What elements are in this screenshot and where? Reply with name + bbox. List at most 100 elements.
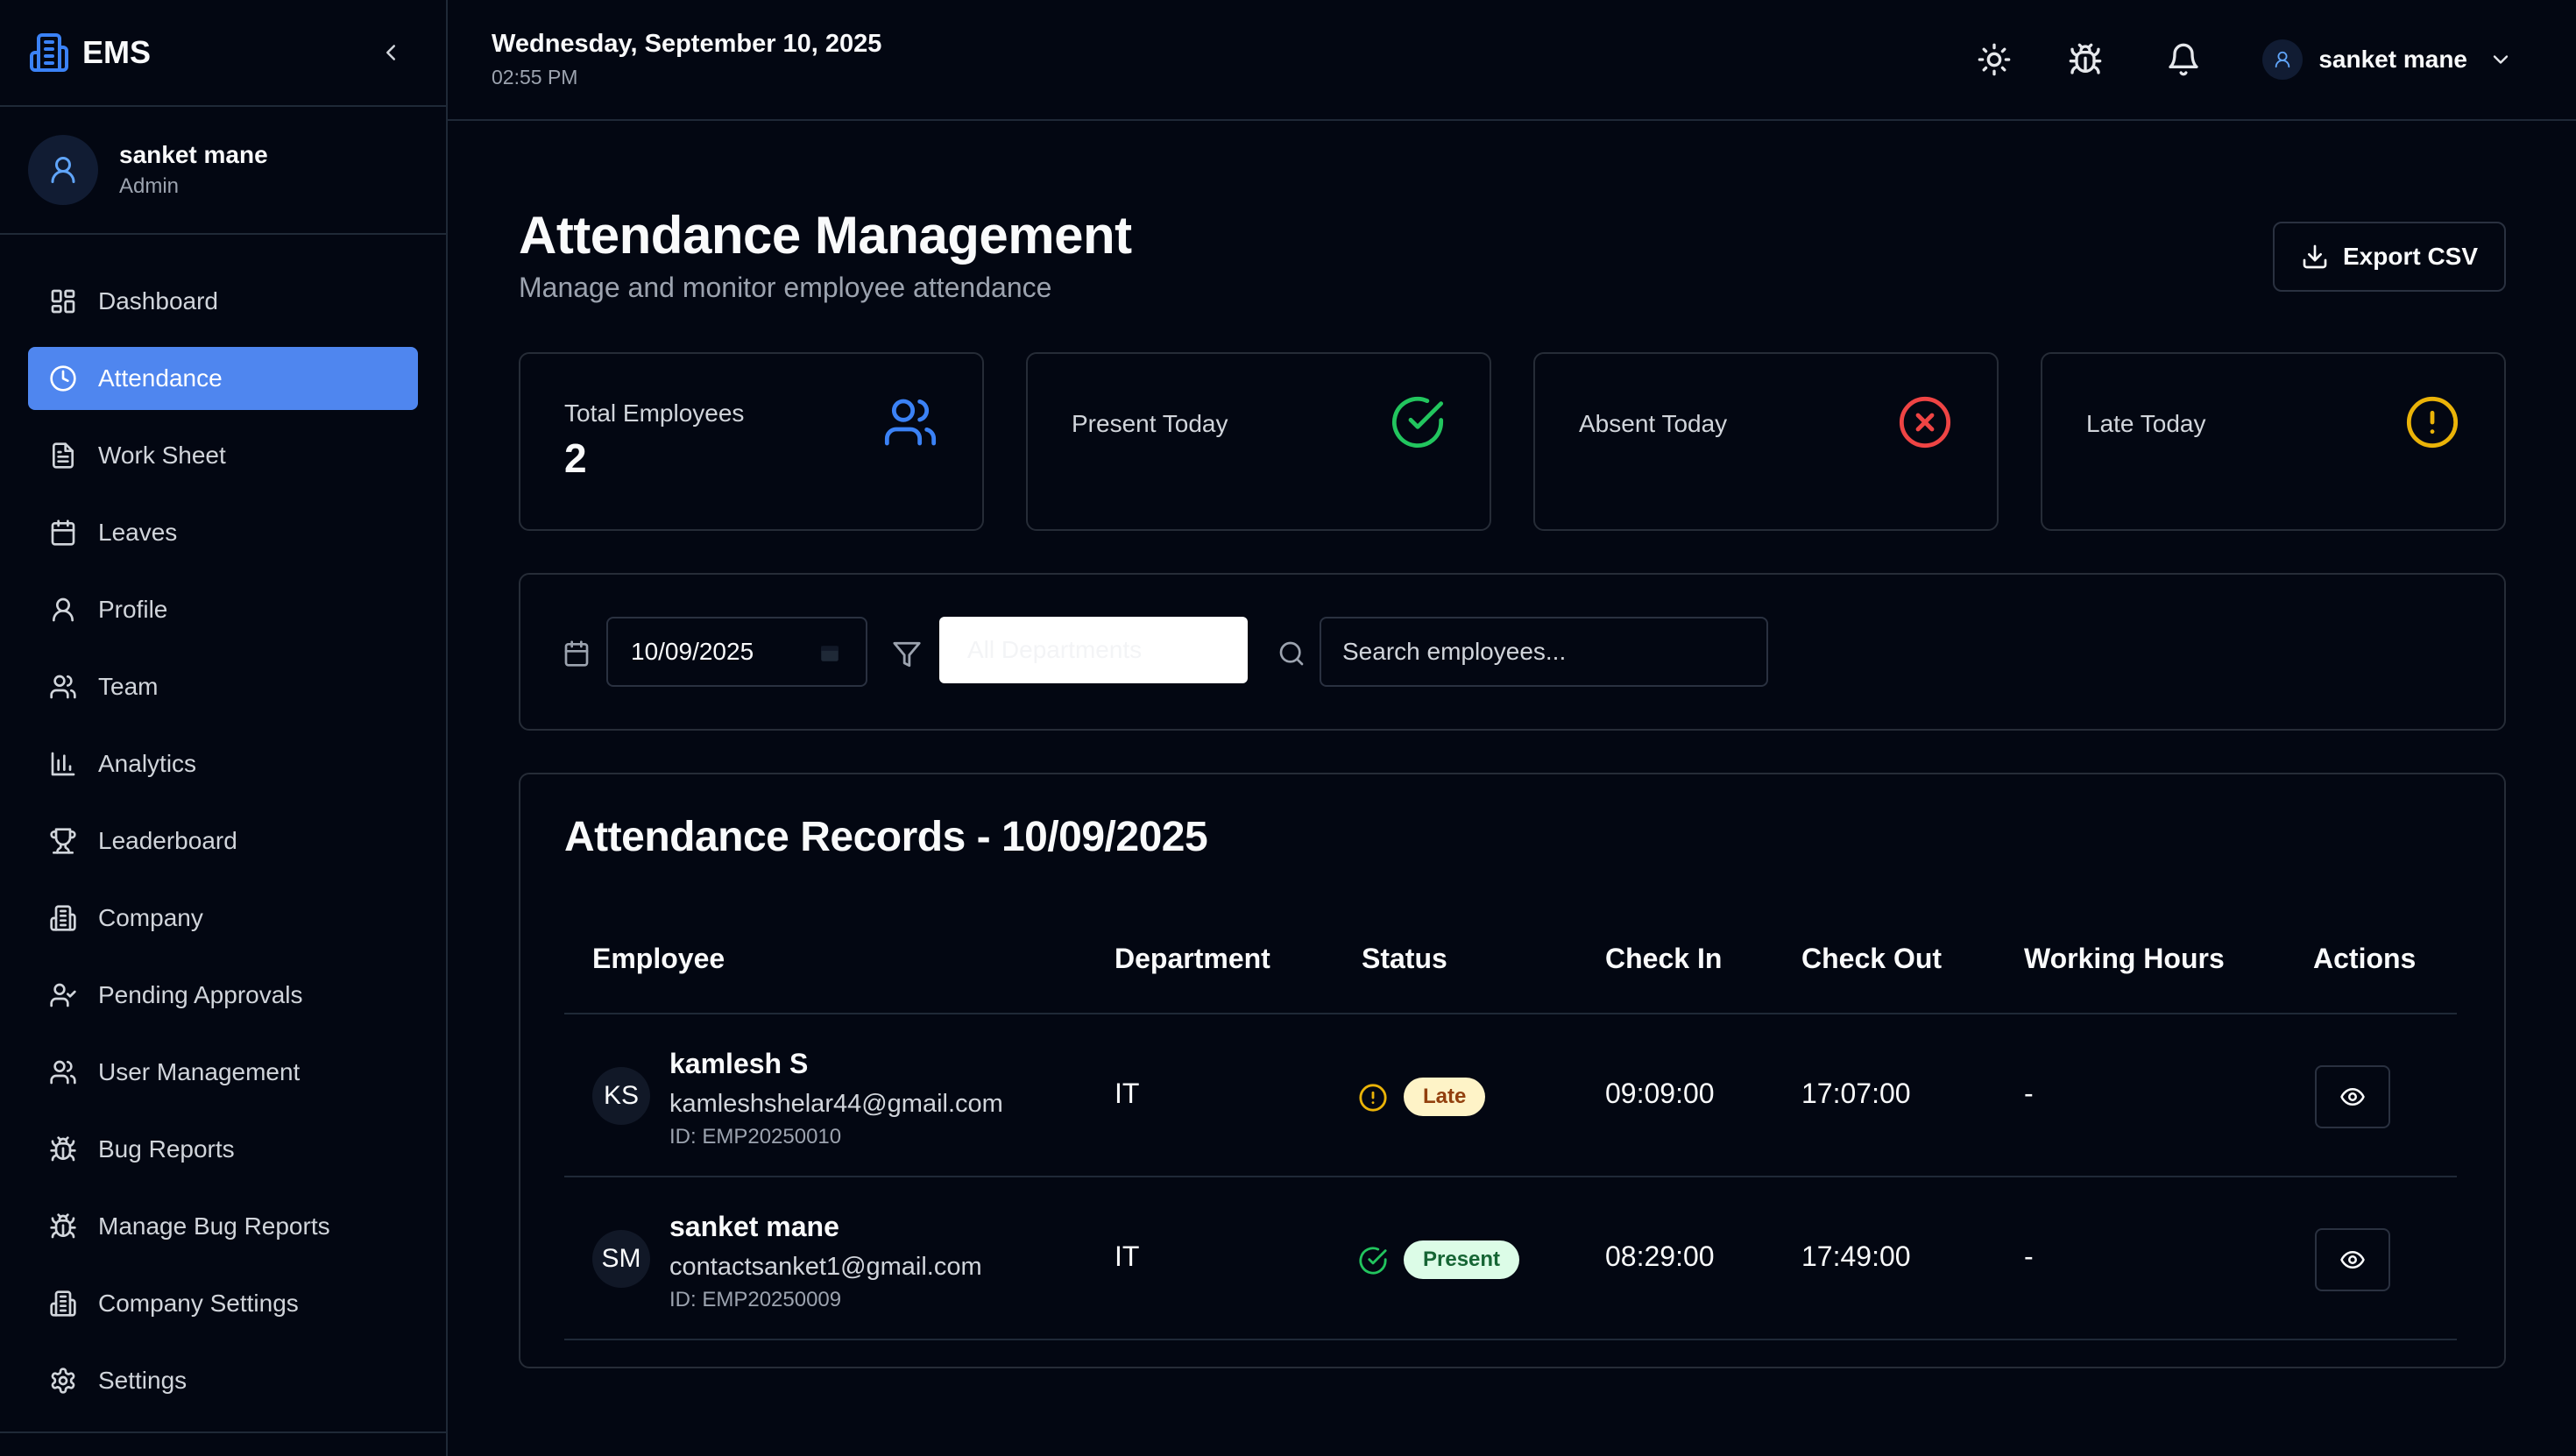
stat-card-late-today: Late Today <box>2041 352 2506 531</box>
building-icon <box>49 904 77 932</box>
users-icon <box>882 394 938 450</box>
users-icon <box>49 1058 77 1086</box>
stat-label: Late Today <box>2086 410 2206 437</box>
header-user-name: sanket mane <box>2318 46 2467 73</box>
stats-row: Total Employees 2 Present Today Absent T… <box>519 352 2506 531</box>
page-title: Attendance Management <box>519 206 1132 265</box>
employee-id: ID: EMP20250010 <box>669 1125 842 1149</box>
bug-icon[interactable] <box>2068 42 2103 77</box>
table-row: KS kamlesh S kamleshshelar44@gmail.com I… <box>564 1014 2457 1177</box>
employee-email: contactsanket1@gmail.com <box>669 1253 982 1281</box>
column-header: Department <box>1115 943 1270 974</box>
employee-id: ID: EMP20250009 <box>669 1288 842 1311</box>
status-badge: Late <box>1404 1078 1486 1116</box>
sidebar-item-label: Leaves <box>98 519 178 546</box>
sidebar-item-label: Team <box>98 673 159 700</box>
sidebar-item-pending-approvals[interactable]: Pending Approvals <box>28 964 418 1027</box>
sidebar-item-settings[interactable]: Settings <box>28 1349 418 1412</box>
stat-label: Present Today <box>1072 410 1228 437</box>
sidebar-item-label: Settings <box>98 1367 188 1394</box>
stat-value: 2 <box>564 435 587 481</box>
sidebar-item-leaves[interactable]: Leaves <box>28 501 418 564</box>
sidebar-item-label: Pending Approvals <box>98 981 303 1008</box>
sidebar-item-leaderboard[interactable]: Leaderboard <box>28 809 418 873</box>
user-icon <box>49 596 77 624</box>
sidebar-item-bug-reports[interactable]: Bug Reports <box>28 1118 418 1181</box>
sidebar-item-company-settings[interactable]: Company Settings <box>28 1272 418 1335</box>
page-subtitle: Manage and monitor employee attendance <box>519 272 1052 303</box>
sidebar-item-label: Company Settings <box>98 1290 299 1317</box>
date-filter-input[interactable]: 10/09/2025 <box>606 617 867 687</box>
department-cell: IT <box>1115 1078 1140 1109</box>
view-button[interactable] <box>2315 1228 2390 1291</box>
sidebar-item-manage-bug-reports[interactable]: Manage Bug Reports <box>28 1195 418 1258</box>
avatar <box>28 135 98 205</box>
department-select[interactable]: All Departments <box>939 617 1248 683</box>
column-header: Working Hours <box>2024 943 2225 974</box>
column-header: Check Out <box>1801 943 1943 974</box>
sidebar-brand: EMS <box>0 0 446 107</box>
filter-icon <box>892 640 922 669</box>
calendar-icon <box>49 519 77 547</box>
header-date: Wednesday, September 10, 2025 <box>492 30 882 58</box>
working-hours-cell: - <box>2024 1240 2034 1272</box>
check-in-cell: 09:09:00 <box>1605 1078 1715 1109</box>
sidebar-item-label: Work Sheet <box>98 442 226 469</box>
sidebar-item-team[interactable]: Team <box>28 655 418 718</box>
user-icon <box>2275 51 2290 68</box>
calendar-picker-icon[interactable] <box>818 641 841 664</box>
sidebar-item-attendance[interactable]: Attendance <box>28 347 418 410</box>
sidebar-item-profile[interactable]: Profile <box>28 578 418 641</box>
sidebar-item-company[interactable]: Company <box>28 887 418 950</box>
document-icon <box>49 442 77 470</box>
sidebar-item-label: Analytics <box>98 750 197 777</box>
avatar: KS <box>592 1067 650 1125</box>
column-header: Actions <box>2313 943 2417 974</box>
filters-panel: 10/09/2025 All Departments Search employ… <box>519 573 2506 731</box>
column-header: Employee <box>592 943 725 974</box>
x-circle-icon <box>1897 394 1953 450</box>
attendance-table: Employee Department Status Check In Chec… <box>564 906 2457 1340</box>
building-icon <box>49 1290 77 1318</box>
sidebar-item-label: Attendance <box>98 364 223 392</box>
gear-icon <box>49 1367 77 1395</box>
users-icon <box>49 673 77 701</box>
sidebar-item-user-management[interactable]: User Management <box>28 1041 418 1104</box>
header-time: 02:55 PM <box>492 66 578 88</box>
user-menu[interactable]: sanket mane <box>2262 39 2513 80</box>
sidebar-user-role: Admin <box>119 174 180 198</box>
stat-card-present-today: Present Today <box>1026 352 1491 531</box>
sidebar-item-label: Company <box>98 904 203 931</box>
table-row: SM sanket mane contactsanket1@gmail.com … <box>564 1177 2457 1340</box>
bell-icon[interactable] <box>2166 42 2201 77</box>
chevron-left-icon[interactable] <box>378 39 404 66</box>
attendance-records-card: Attendance Records - 10/09/2025 Employee… <box>519 773 2506 1368</box>
check-in-cell: 08:29:00 <box>1605 1240 1715 1272</box>
column-header: Check In <box>1605 943 1723 974</box>
bug-icon <box>49 1135 77 1163</box>
bar-chart-icon <box>49 750 77 778</box>
export-csv-button[interactable]: Export CSV <box>2273 222 2506 292</box>
sun-icon[interactable] <box>1977 42 2012 77</box>
sidebar: EMS sanket mane Admin Dashboard Attendan… <box>0 0 448 1456</box>
export-csv-label: Export CSV <box>2342 243 2479 270</box>
eye-icon <box>2339 1084 2366 1110</box>
eye-icon <box>2339 1247 2366 1273</box>
records-title: Attendance Records - 10/09/2025 <box>564 814 1208 860</box>
trophy-icon <box>49 827 77 855</box>
sidebar-item-analytics[interactable]: Analytics <box>28 732 418 795</box>
download-icon <box>2301 243 2329 271</box>
search-icon <box>1277 640 1306 668</box>
user-check-icon <box>49 981 77 1009</box>
stat-label: Total Employees <box>564 399 745 427</box>
search-input[interactable]: Search employees... <box>1320 617 1768 687</box>
view-button[interactable] <box>2315 1065 2390 1128</box>
chevron-down-icon <box>2488 47 2513 72</box>
sidebar-item-dashboard[interactable]: Dashboard <box>28 270 418 333</box>
sidebar-item-work-sheet[interactable]: Work Sheet <box>28 424 418 487</box>
bug-icon <box>49 1212 77 1240</box>
department-cell: IT <box>1115 1240 1140 1272</box>
dashboard-icon <box>49 287 77 315</box>
clock-icon <box>49 364 77 392</box>
column-header: Status <box>1362 943 1447 974</box>
